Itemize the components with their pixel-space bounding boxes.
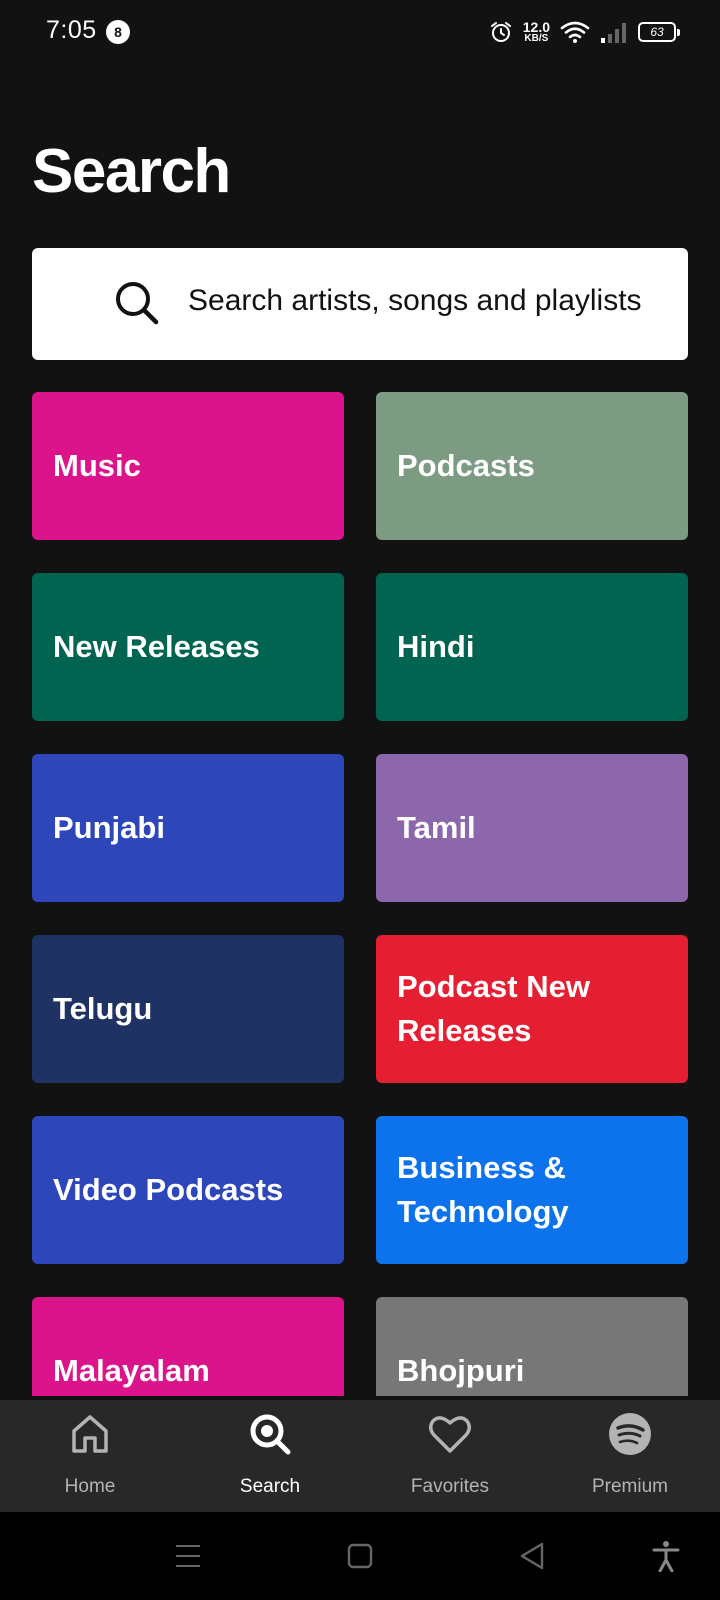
- status-bar: 7:05 8 12.0 KB/S 63: [0, 0, 720, 64]
- category-tile-music[interactable]: Music: [32, 392, 344, 540]
- category-tile-hindi[interactable]: Hindi: [376, 573, 688, 721]
- accessibility-icon[interactable]: [650, 1540, 682, 1572]
- category-label: Music: [53, 448, 141, 483]
- category-label: Podcast New Releases: [397, 969, 590, 1048]
- search-icon: [116, 282, 159, 325]
- system-nav-bar: [0, 1512, 720, 1600]
- spotify-logo-icon: [609, 1413, 651, 1455]
- category-tile-tamil[interactable]: Tamil: [376, 754, 688, 902]
- category-grid: Music Podcasts New Releases Hindi Punjab…: [32, 392, 688, 1396]
- home-button-icon[interactable]: [344, 1540, 376, 1572]
- nav-search[interactable]: Search: [180, 1400, 360, 1512]
- category-tile-new-releases[interactable]: New Releases: [32, 573, 344, 721]
- nav-premium[interactable]: Premium: [540, 1400, 720, 1512]
- heart-icon: [429, 1416, 471, 1453]
- network-speed-unit: KB/S: [524, 33, 549, 44]
- category-label: Malayalam: [53, 1353, 210, 1388]
- status-icons: 12.0 KB/S 63: [489, 18, 680, 46]
- category-tile-punjabi[interactable]: Punjabi: [32, 754, 344, 902]
- category-tile-podcast-new-releases[interactable]: Podcast New Releases: [376, 935, 688, 1083]
- category-label: Hindi: [397, 629, 475, 664]
- status-time: 7:05: [46, 16, 97, 44]
- search-input[interactable]: Search artists, songs and playlists: [32, 248, 688, 360]
- back-icon[interactable]: [516, 1540, 548, 1572]
- category-label: Telugu: [53, 991, 153, 1026]
- nav-favorites[interactable]: Favorites: [360, 1400, 540, 1512]
- category-label: Punjabi: [53, 810, 165, 845]
- category-label: New Releases: [53, 629, 260, 664]
- search-icon: [250, 1414, 291, 1455]
- category-label: Video Podcasts: [53, 1172, 284, 1207]
- wifi-icon: [560, 21, 590, 43]
- network-speed-value: 12.0: [522, 19, 550, 35]
- search-placeholder: Search artists, songs and playlists: [188, 284, 642, 317]
- category-tile-podcasts[interactable]: Podcasts: [376, 392, 688, 540]
- category-label: Bhojpuri: [397, 1353, 525, 1388]
- recents-menu-icon[interactable]: [172, 1540, 204, 1572]
- cell-signal-icon: [601, 23, 626, 43]
- nav-label: Search: [239, 1476, 301, 1497]
- category-label: Business & Technology: [397, 1150, 569, 1229]
- nav-home[interactable]: Home: [0, 1400, 180, 1512]
- category-tile-business-technology[interactable]: Business & Technology: [376, 1116, 688, 1264]
- category-tile-telugu[interactable]: Telugu: [32, 935, 344, 1083]
- notification-count-badge: 8: [106, 20, 130, 44]
- category-tile-bhojpuri[interactable]: Bhojpuri: [376, 1297, 688, 1396]
- category-tile-malayalam[interactable]: Malayalam: [32, 1297, 344, 1396]
- battery-icon: 63: [638, 22, 680, 42]
- nav-label: Premium: [591, 1476, 668, 1497]
- alarm-icon: [490, 22, 511, 42]
- category-label: Podcasts: [397, 448, 535, 483]
- category-tile-video-podcasts[interactable]: Video Podcasts: [32, 1116, 344, 1264]
- category-label: Tamil: [397, 810, 476, 845]
- nav-label: Home: [64, 1476, 116, 1497]
- nav-label: Favorites: [410, 1476, 490, 1497]
- network-speed: 12.0 KB/S: [523, 20, 550, 44]
- home-icon: [72, 1415, 108, 1453]
- page-title: Search: [32, 137, 231, 206]
- search-screen: 7:05 8 12.0 KB/S 63 Search Search artist…: [0, 0, 720, 1600]
- bottom-nav: Home Search Favorites Premium: [0, 1400, 720, 1512]
